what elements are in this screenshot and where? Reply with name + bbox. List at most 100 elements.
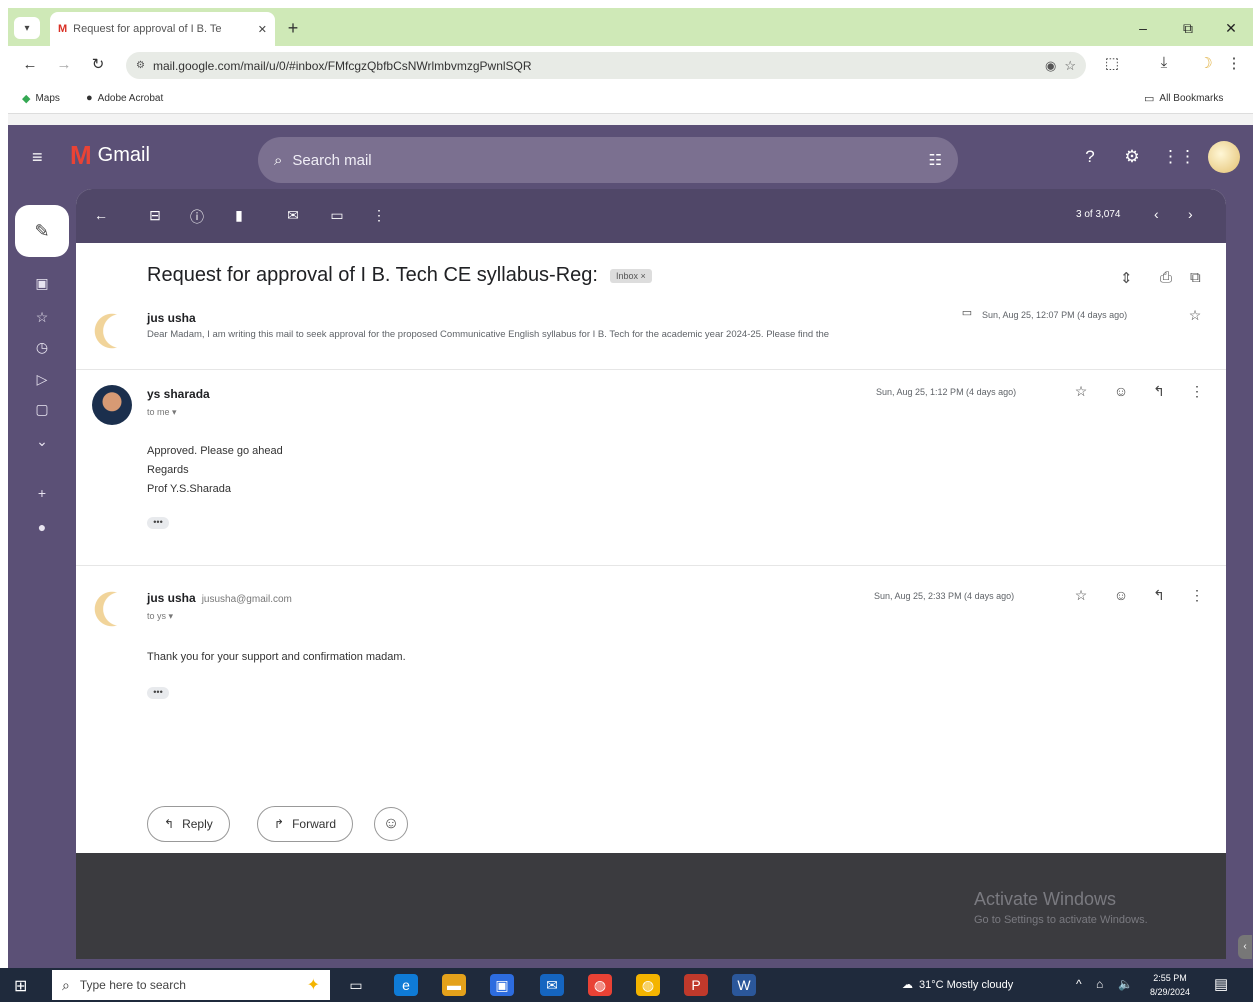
forward-icon[interactable]: → — [52, 54, 76, 76]
sender-avatar — [92, 311, 132, 351]
mark-unread-icon[interactable]: ✉ — [282, 207, 304, 224]
apps-grid-icon[interactable]: ⋮⋮ — [1162, 147, 1196, 167]
search-icon[interactable]: ⌕ — [274, 152, 282, 169]
message-toolbar: ← ⊟ ⓘ ▮ ✉ ▭ ⋮ 3 of 3,074 ‹ › — [76, 189, 1226, 243]
site-info-icon[interactable]: ⚙ — [136, 60, 145, 71]
more-icon[interactable]: ⌄ — [30, 433, 54, 450]
gmail-logo[interactable]: M Gmail — [70, 141, 150, 169]
more-options-icon[interactable]: ⋮ — [368, 207, 390, 224]
new-label-icon[interactable]: + — [30, 485, 54, 501]
profile-icon[interactable]: ☽ — [1194, 54, 1218, 72]
expand-all-icon[interactable]: ⇕ — [1120, 269, 1133, 287]
sender-name-text: jus usha — [147, 591, 196, 605]
weather-widget[interactable]: ☁ 31°C Mostly cloudy — [902, 978, 1013, 992]
reload-icon[interactable]: ↻ — [86, 54, 110, 76]
task-view-icon[interactable]: ▭ — [344, 974, 368, 996]
newer-icon[interactable]: ‹ — [1154, 206, 1159, 222]
new-tab-button[interactable]: + — [282, 17, 304, 39]
eye-off-icon[interactable]: ◉ — [1045, 58, 1056, 74]
inbox-icon[interactable]: ▣ — [30, 275, 54, 292]
restore-button[interactable]: ⧉ — [1168, 16, 1208, 40]
emoji-react-icon[interactable]: ☺ — [1110, 383, 1132, 399]
main-menu-icon[interactable]: ≡ — [32, 147, 43, 168]
emoji-reaction-button[interactable]: ☺ — [374, 807, 408, 841]
chrome-profile-icon[interactable]: ◍ — [636, 974, 660, 996]
inbox-label-chip[interactable]: Inbox × — [609, 268, 652, 283]
bookmark-star-icon[interactable]: ☆ — [1064, 58, 1076, 74]
bookmark-maps[interactable]: ◆ Maps — [22, 92, 60, 105]
more-vert-icon[interactable]: ⋮ — [1186, 383, 1208, 400]
sender-name[interactable]: jus usha jususha@gmail.com — [147, 591, 292, 605]
open-new-window-icon[interactable]: ⧉ — [1190, 269, 1201, 286]
download-icon[interactable]: ⤓ — [1152, 54, 1176, 71]
mail-icon[interactable]: ✉ — [540, 974, 564, 996]
delete-icon[interactable]: ▮ — [228, 207, 250, 224]
starred-icon[interactable]: ☆ — [30, 309, 54, 326]
reply-icon[interactable]: ↰ — [1148, 383, 1170, 400]
sender-name: jus usha — [147, 311, 196, 325]
sent-icon[interactable]: ▷ — [30, 371, 54, 388]
settings-gear-icon[interactable]: ⚙ — [1120, 147, 1144, 167]
network-icon[interactable]: ⌂ — [1096, 977, 1103, 991]
all-bookmarks[interactable]: ▭ All Bookmarks — [1144, 92, 1223, 105]
older-icon[interactable]: › — [1188, 206, 1193, 222]
sender-name[interactable]: ys sharada — [147, 387, 210, 401]
reply-icon[interactable]: ↰ — [1148, 587, 1170, 604]
account-avatar[interactable] — [1208, 141, 1240, 173]
word-icon[interactable]: W — [732, 974, 756, 996]
show-trimmed-button[interactable]: ••• — [147, 687, 169, 699]
side-panel-toggle[interactable]: ‹ — [1238, 935, 1252, 959]
show-trimmed-button[interactable]: ••• — [147, 517, 169, 529]
tab-search-button[interactable]: ▾ — [14, 17, 40, 39]
help-icon[interactable]: ? — [1078, 147, 1102, 167]
volume-icon[interactable]: 🔈 — [1118, 977, 1133, 991]
system-clock[interactable]: 2:55 PM 8/29/2024 — [1150, 971, 1190, 999]
sender-avatar — [92, 589, 132, 629]
recipients-toggle[interactable]: to ys ▾ — [147, 611, 173, 622]
minimize-button[interactable]: – — [1123, 16, 1163, 40]
star-icon[interactable]: ☆ — [1070, 587, 1092, 604]
print-icon[interactable]: ⎙ — [1160, 269, 1172, 286]
activate-subtitle: Go to Settings to activate Windows. — [974, 914, 1148, 926]
bookmark-acrobat[interactable]: ● Adobe Acrobat — [86, 92, 163, 104]
chat-icon[interactable]: ● — [30, 519, 54, 535]
drafts-icon[interactable]: ▢ — [30, 401, 54, 418]
forward-button[interactable]: ↱ Forward — [257, 806, 354, 842]
taskbar-search-input[interactable] — [79, 978, 297, 992]
emoji-react-icon[interactable]: ☺ — [1110, 587, 1132, 603]
archive-icon[interactable]: ⊟ — [144, 207, 166, 224]
back-to-inbox-icon[interactable]: ← — [90, 207, 112, 223]
star-icon[interactable]: ☆ — [1184, 307, 1206, 324]
recipients-toggle[interactable]: to me ▾ — [147, 407, 177, 418]
chrome-icon[interactable]: ◍ — [588, 974, 612, 996]
search-bar[interactable]: ⌕ ☷ — [258, 137, 958, 183]
divider — [76, 369, 1226, 370]
move-to-icon[interactable]: ▭ — [326, 207, 348, 224]
address-bar[interactable]: ⚙ ◉ ☆ — [126, 52, 1086, 79]
powerpoint-icon[interactable]: P — [684, 974, 708, 996]
close-window-button[interactable]: ✕ — [1211, 16, 1251, 40]
edge-icon[interactable]: e — [394, 974, 418, 996]
extensions-icon[interactable]: ⬚ — [1100, 54, 1124, 72]
star-icon[interactable]: ☆ — [1070, 383, 1092, 400]
taskbar-search[interactable]: ⌕ ✦ — [52, 970, 330, 1000]
body-line: Regards — [147, 464, 189, 476]
message-collapsed[interactable]: jus usha Dear Madam, I am writing this m… — [76, 301, 1226, 369]
compose-button[interactable]: ✎ — [15, 205, 69, 257]
windows-start-icon[interactable]: ⊞ — [14, 976, 27, 996]
snoozed-icon[interactable]: ◷ — [30, 339, 54, 356]
store-icon[interactable]: ▣ — [490, 974, 514, 996]
back-icon[interactable]: ← — [18, 54, 42, 76]
file-explorer-icon[interactable]: ▬ — [442, 974, 466, 996]
reply-button[interactable]: ↰ Reply — [147, 806, 230, 842]
tray-chevron-icon[interactable]: ^ — [1076, 977, 1082, 991]
browser-menu-icon[interactable]: ⋮ — [1222, 54, 1246, 72]
browser-tab[interactable]: M Request for approval of I B. Te ✕ — [50, 12, 275, 46]
tab-close-icon[interactable]: ✕ — [258, 23, 267, 36]
url-input[interactable] — [152, 58, 1037, 73]
search-options-icon[interactable]: ☷ — [929, 151, 942, 169]
search-input[interactable] — [292, 151, 919, 169]
notifications-icon[interactable]: ▤ — [1214, 975, 1228, 993]
report-spam-icon[interactable]: ⓘ — [186, 207, 208, 227]
more-vert-icon[interactable]: ⋮ — [1186, 587, 1208, 604]
